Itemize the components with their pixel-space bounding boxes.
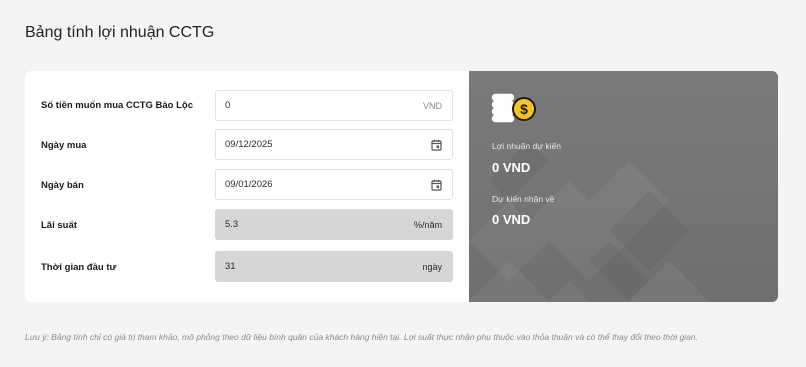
duration-unit: ngày	[422, 261, 442, 272]
sell-date-input[interactable]: 09/01/2026	[215, 169, 453, 200]
disclaimer-note: Lưu ý: Bảng tính chỉ có giá trị tham khả…	[25, 332, 698, 342]
sell-date-value: 09/01/2026	[225, 179, 273, 190]
expected-receive-label: Dự kiến nhận về	[492, 194, 555, 204]
rate-unit: %/năm	[413, 219, 442, 230]
duration-value: 31	[225, 261, 236, 272]
calendar-icon[interactable]	[430, 179, 442, 191]
calculator-form: Số tiền muốn mua CCTG Bảo Lộc 0 VND Ngày…	[25, 71, 470, 302]
duration-field: 31 ngày	[215, 251, 453, 282]
calendar-icon[interactable]	[430, 139, 442, 151]
sell-date-label: Ngày bán	[41, 180, 84, 191]
expected-profit-value: 0 VND	[492, 160, 531, 175]
rate-value: 5.3	[225, 219, 239, 230]
expected-profit-label: Lợi nhuận dự kiến	[492, 141, 561, 151]
buy-date-label: Ngày mua	[41, 140, 87, 151]
amount-value: 0	[225, 100, 231, 111]
amount-unit: VND	[422, 100, 442, 111]
page-title: Bảng tính lợi nhuận CCTG	[25, 24, 215, 41]
amount-label: Số tiền muốn mua CCTG Bảo Lộc	[41, 100, 194, 111]
coins-dollar-icon: $	[491, 93, 536, 123]
buy-date-input[interactable]: 09/12/2025	[215, 129, 453, 160]
rate-field: 5.3 %/năm	[215, 209, 453, 240]
amount-input[interactable]: 0 VND	[215, 90, 453, 121]
expected-receive-value: 0 VND	[492, 212, 531, 227]
svg-text:$: $	[520, 101, 528, 117]
buy-date-value: 09/12/2025	[225, 139, 273, 150]
rate-label: Lãi suất	[41, 220, 77, 231]
duration-label: Thời gian đầu tư	[41, 262, 117, 273]
result-panel: $ Lợi nhuận dự kiến 0 VND Dự kiến nhận v…	[469, 71, 778, 302]
